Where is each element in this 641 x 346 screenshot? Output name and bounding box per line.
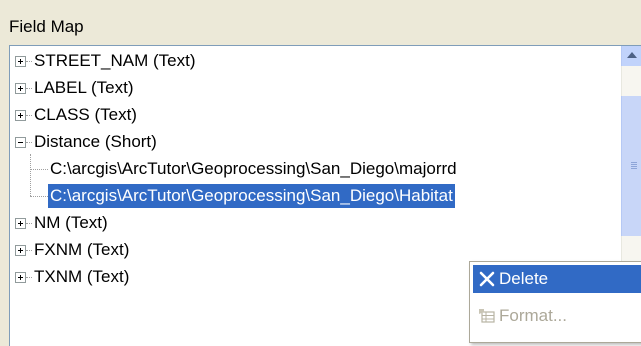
- scrollbar-grip: [631, 164, 637, 165]
- tree-item-label: STREET_NAM (Text): [34, 51, 196, 70]
- tree-item-label: FXNM (Text): [34, 240, 130, 259]
- expand-plus-icon[interactable]: [15, 245, 26, 256]
- expand-plus-icon[interactable]: [15, 83, 26, 94]
- menu-item-delete[interactable]: Delete: [473, 265, 641, 293]
- menu-item-label: Delete: [499, 269, 549, 288]
- expand-plus-icon[interactable]: [15, 56, 26, 67]
- tree-item-label: CLASS (Text): [34, 105, 137, 124]
- field-map-label: Field Map: [9, 17, 84, 36]
- scrollbar-grip: [631, 166, 637, 167]
- scrollbar-grip: [631, 162, 637, 163]
- format-table-icon: [477, 306, 497, 326]
- x-delete-icon: [477, 269, 497, 289]
- tree-item-label: Distance (Short): [34, 132, 157, 151]
- tree-item-label: TXNM (Text): [34, 267, 130, 286]
- scroll-up-arrow-icon[interactable]: [621, 46, 641, 66]
- scrollbar-grip: [631, 168, 637, 169]
- tree-item-label: C:\arcgis\ArcTutor\Geoprocessing\San_Die…: [50, 159, 457, 178]
- tree-item-label: NM (Text): [34, 213, 108, 232]
- menu-item-format[interactable]: Format...: [473, 302, 641, 330]
- tree-connector: [30, 154, 31, 196]
- expand-plus-icon[interactable]: [15, 110, 26, 121]
- collapse-minus-icon[interactable]: [15, 137, 26, 148]
- tree-item-label: LABEL (Text): [34, 78, 134, 97]
- expand-plus-icon[interactable]: [15, 218, 26, 229]
- menu-item-label: Format...: [499, 306, 568, 325]
- expand-plus-icon[interactable]: [15, 272, 26, 283]
- tree-item-label-selected: C:\arcgis\ArcTutor\Geoprocessing\San_Die…: [48, 184, 455, 208]
